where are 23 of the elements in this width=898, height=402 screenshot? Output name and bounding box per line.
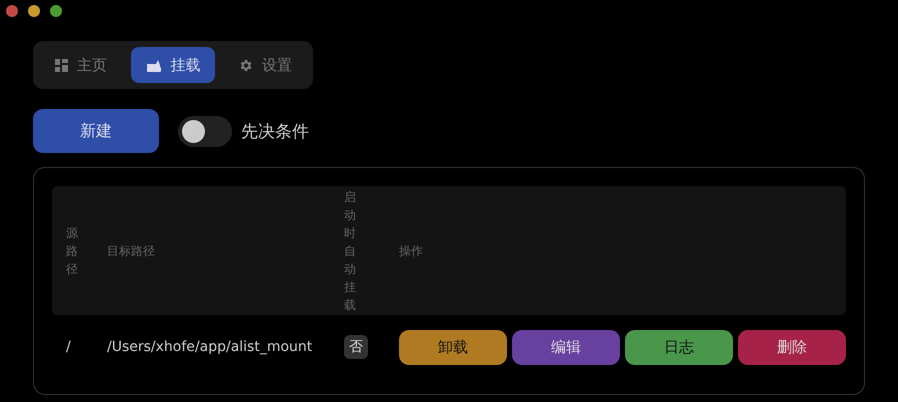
tab[interactable]: 主页 xyxy=(39,47,123,83)
settings-icon xyxy=(238,58,253,72)
maximize-icon[interactable] xyxy=(50,5,62,17)
toggle-switch[interactable] xyxy=(178,116,232,146)
toggle-label: 先决条件 xyxy=(241,120,309,142)
tab[interactable]: 挂载 xyxy=(131,47,215,83)
column-header: 目标路径 xyxy=(106,242,156,260)
action-button[interactable]: 日志 xyxy=(625,330,733,364)
tab[interactable]: 设置 xyxy=(223,47,307,83)
new-button[interactable]: 新建 xyxy=(33,109,159,153)
grid-icon xyxy=(55,58,68,72)
drive-icon xyxy=(146,58,162,72)
column-header: 操作 xyxy=(398,242,424,260)
column-header: 源路径 xyxy=(65,224,78,278)
action-button[interactable]: 编辑 xyxy=(512,330,620,364)
table-cell-text: /Users/xhofe/app/alist_mount xyxy=(106,339,314,355)
close-icon[interactable] xyxy=(6,5,18,17)
action-button[interactable]: 删除 xyxy=(738,330,846,364)
action-button[interactable]: 卸载 xyxy=(399,330,507,364)
column-header: 启动时自动挂载 xyxy=(343,188,356,314)
auto-mount-tag: 否 xyxy=(344,335,368,359)
table-cell-text: / xyxy=(65,339,72,355)
minimize-icon[interactable] xyxy=(28,5,40,17)
